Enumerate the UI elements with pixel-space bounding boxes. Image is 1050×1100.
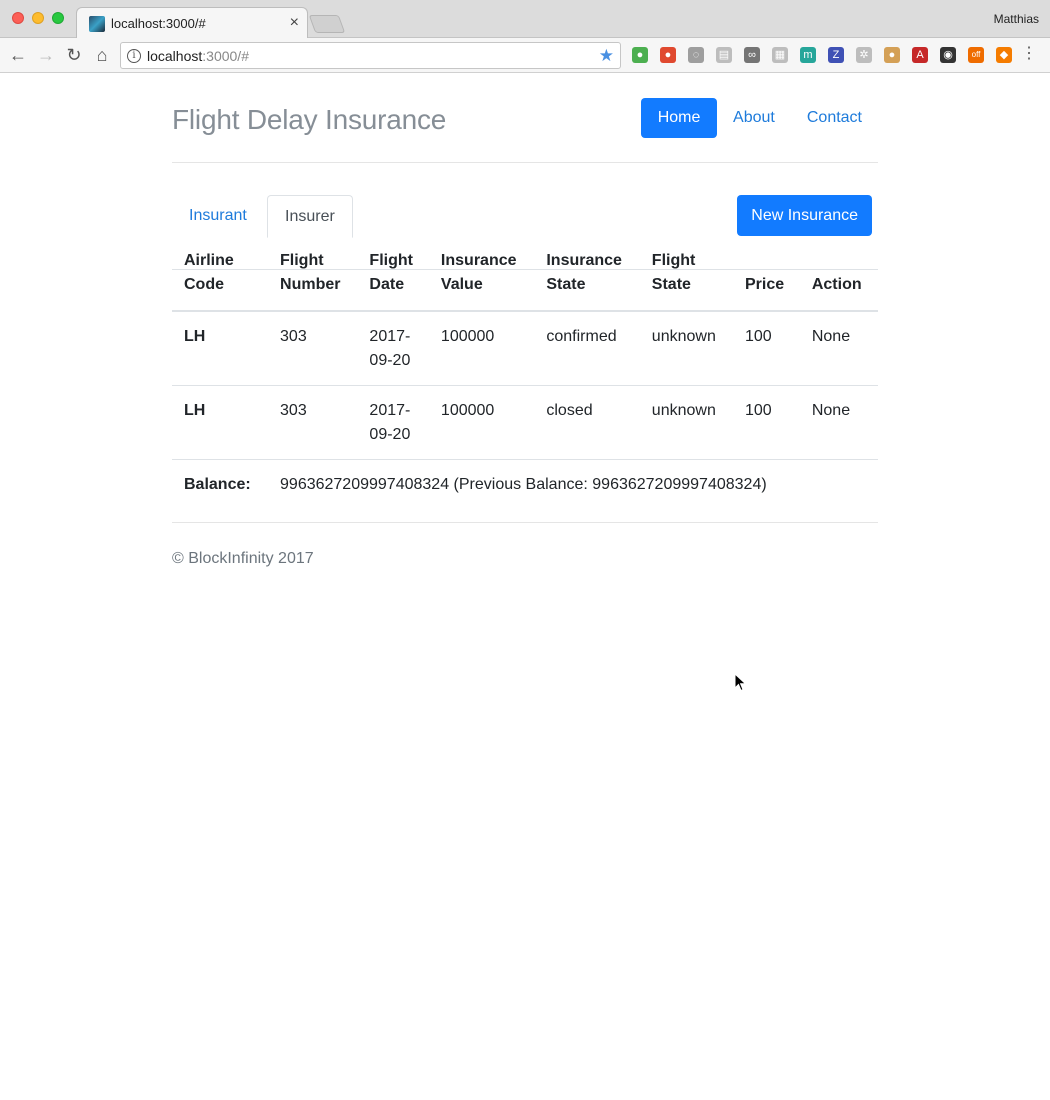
minimize-window-button[interactable] xyxy=(32,12,44,24)
z-icon[interactable]: Z xyxy=(828,47,844,63)
cell-flight-state: unknown xyxy=(639,385,733,460)
table-header-row: Airline Code Flight Number Flight Date Insu… xyxy=(172,236,878,312)
tab-close-icon[interactable]: × xyxy=(290,14,299,32)
header-action: Action xyxy=(799,236,878,312)
header-text: Flight xyxy=(369,252,413,269)
address-bar[interactable]: i localhost:3000/# ★ xyxy=(120,42,621,69)
profile-name[interactable]: Matthias xyxy=(994,12,1039,26)
m-icon[interactable]: m xyxy=(800,47,816,63)
nav-home[interactable]: Home xyxy=(641,98,718,138)
gear-ext-icon[interactable]: ✲ xyxy=(856,47,872,63)
zoom-window-button[interactable] xyxy=(52,12,64,24)
back-arrow-icon[interactable]: ← xyxy=(7,44,29,66)
balance-value: 9963627209997408324 (Previous Balance: 9… xyxy=(280,476,767,493)
cell-airline-code: LH xyxy=(172,311,269,386)
date-part: 2017- xyxy=(369,328,411,345)
header-text: Date xyxy=(369,276,405,293)
header-airline-code: Airline Code xyxy=(172,236,269,312)
browser-toolbar: ← → ↻ ⌂ i localhost:3000/# ★ ● ● ◌ ▤ ∞ ▦ m Z ✲ ● A… xyxy=(0,38,1050,73)
url-path: :3000/# xyxy=(202,48,249,64)
cell-action: None xyxy=(799,311,878,386)
browser-tab-bar: localhost:3000/# × Matthias xyxy=(0,0,1050,39)
date-part: 2017- xyxy=(369,402,411,419)
cell-action: None xyxy=(799,385,878,460)
cell-insurance-state: confirmed xyxy=(534,311,640,386)
balance-row: Balance: 9963627209997408324 (Previous B… xyxy=(172,460,878,526)
evernote-icon[interactable]: ● xyxy=(632,47,648,63)
cell-insurance-value: 100000 xyxy=(428,385,535,460)
footer-copyright: © BlockInfinity 2017 xyxy=(172,550,314,567)
cell-flight-number: 303 xyxy=(268,311,358,386)
url-host: localhost xyxy=(147,48,203,64)
table-row: LH 303 2017- 09-20 100000 confirmed unkno… xyxy=(172,311,878,386)
header-text: Insurance xyxy=(440,252,517,269)
tab-insurant[interactable]: Insurant xyxy=(172,195,264,237)
date-part: 09-20 xyxy=(369,426,411,443)
cell-insurance-value: 100000 xyxy=(428,311,535,386)
tab-insurer[interactable]: Insurer xyxy=(267,195,353,238)
cell-flight-state: unknown xyxy=(639,311,733,386)
tab-title: localhost:3000/# xyxy=(111,16,206,31)
main-nav: Home About Contact xyxy=(641,98,878,138)
eye-slash-icon[interactable]: ◌ xyxy=(688,47,704,63)
header-text: Flight xyxy=(280,252,324,269)
browser-tab[interactable]: localhost:3000/# × xyxy=(76,7,308,39)
home-icon[interactable]: ⌂ xyxy=(91,44,113,66)
header-price: Price xyxy=(733,236,800,312)
new-insurance-button[interactable]: New Insurance xyxy=(737,195,872,236)
header-text: Flight xyxy=(651,252,696,269)
cell-price: 100 xyxy=(733,385,800,460)
reload-icon[interactable]: ↻ xyxy=(63,44,85,66)
page-title: Flight Delay Insurance xyxy=(172,104,447,135)
url-text[interactable]: localhost:3000/# xyxy=(147,48,249,64)
cell-insurance-state: closed xyxy=(534,385,640,460)
font-a-icon[interactable]: A xyxy=(912,47,928,63)
header-text: Number xyxy=(280,276,341,293)
nav-about[interactable]: About xyxy=(717,98,791,138)
nav-contact[interactable]: Contact xyxy=(791,98,878,138)
cookie-icon[interactable]: ● xyxy=(884,47,900,63)
cell-airline-code: LH xyxy=(172,385,269,460)
color-wheel-icon[interactable]: ◉ xyxy=(940,47,956,63)
table-row: LH 303 2017- 09-20 100000 closed unknown … xyxy=(172,385,878,460)
header-flight-number: Flight Number xyxy=(268,236,358,312)
balance-label: Balance: xyxy=(184,476,251,493)
insurance-table: Airline Code Flight Number Flight Date Insu… xyxy=(172,236,878,525)
page-header: Flight Delay Insurance Home About Contac… xyxy=(172,73,878,163)
header-insurance-value: Insurance Value xyxy=(428,236,535,312)
header-flight-date: Flight Date xyxy=(357,236,429,312)
mouse-cursor-icon xyxy=(734,673,747,692)
browser-menu-icon[interactable]: ⋮ xyxy=(1021,46,1037,62)
bookmark-star-icon[interactable]: ★ xyxy=(599,46,614,66)
reader-icon[interactable]: ▤ xyxy=(716,47,732,63)
header-text: Insurance xyxy=(546,252,622,269)
metamask-icon[interactable]: ◆ xyxy=(996,47,1012,63)
header-text: State xyxy=(651,276,691,293)
cell-flight-number: 303 xyxy=(268,385,358,460)
header-insurance-state: Insurance State xyxy=(534,236,640,312)
date-part: 09-20 xyxy=(369,352,411,369)
cell-price: 100 xyxy=(733,311,800,386)
header-text: Code xyxy=(184,276,224,293)
link-icon[interactable]: ∞ xyxy=(744,47,760,63)
header-text: Value xyxy=(440,276,483,293)
cell-flight-date: 2017- 09-20 xyxy=(357,311,429,386)
site-favicon-icon xyxy=(89,16,105,32)
info-icon[interactable]: i xyxy=(127,49,141,63)
off-icon[interactable]: off xyxy=(968,47,984,63)
close-window-button[interactable] xyxy=(12,12,24,24)
grid-icon[interactable]: ▦ xyxy=(772,47,788,63)
footer-divider xyxy=(172,522,878,523)
forward-arrow-icon[interactable]: → xyxy=(35,44,57,66)
new-tab-button[interactable] xyxy=(308,15,346,33)
header-flight-state: Flight State xyxy=(639,236,733,312)
header-text: State xyxy=(546,276,586,293)
page-container: Flight Delay Insurance Home About Contac… xyxy=(172,73,878,567)
header-text: Airline xyxy=(184,252,234,269)
cell-flight-date: 2017- 09-20 xyxy=(357,385,429,460)
chrome-ext-icon[interactable]: ● xyxy=(660,47,676,63)
